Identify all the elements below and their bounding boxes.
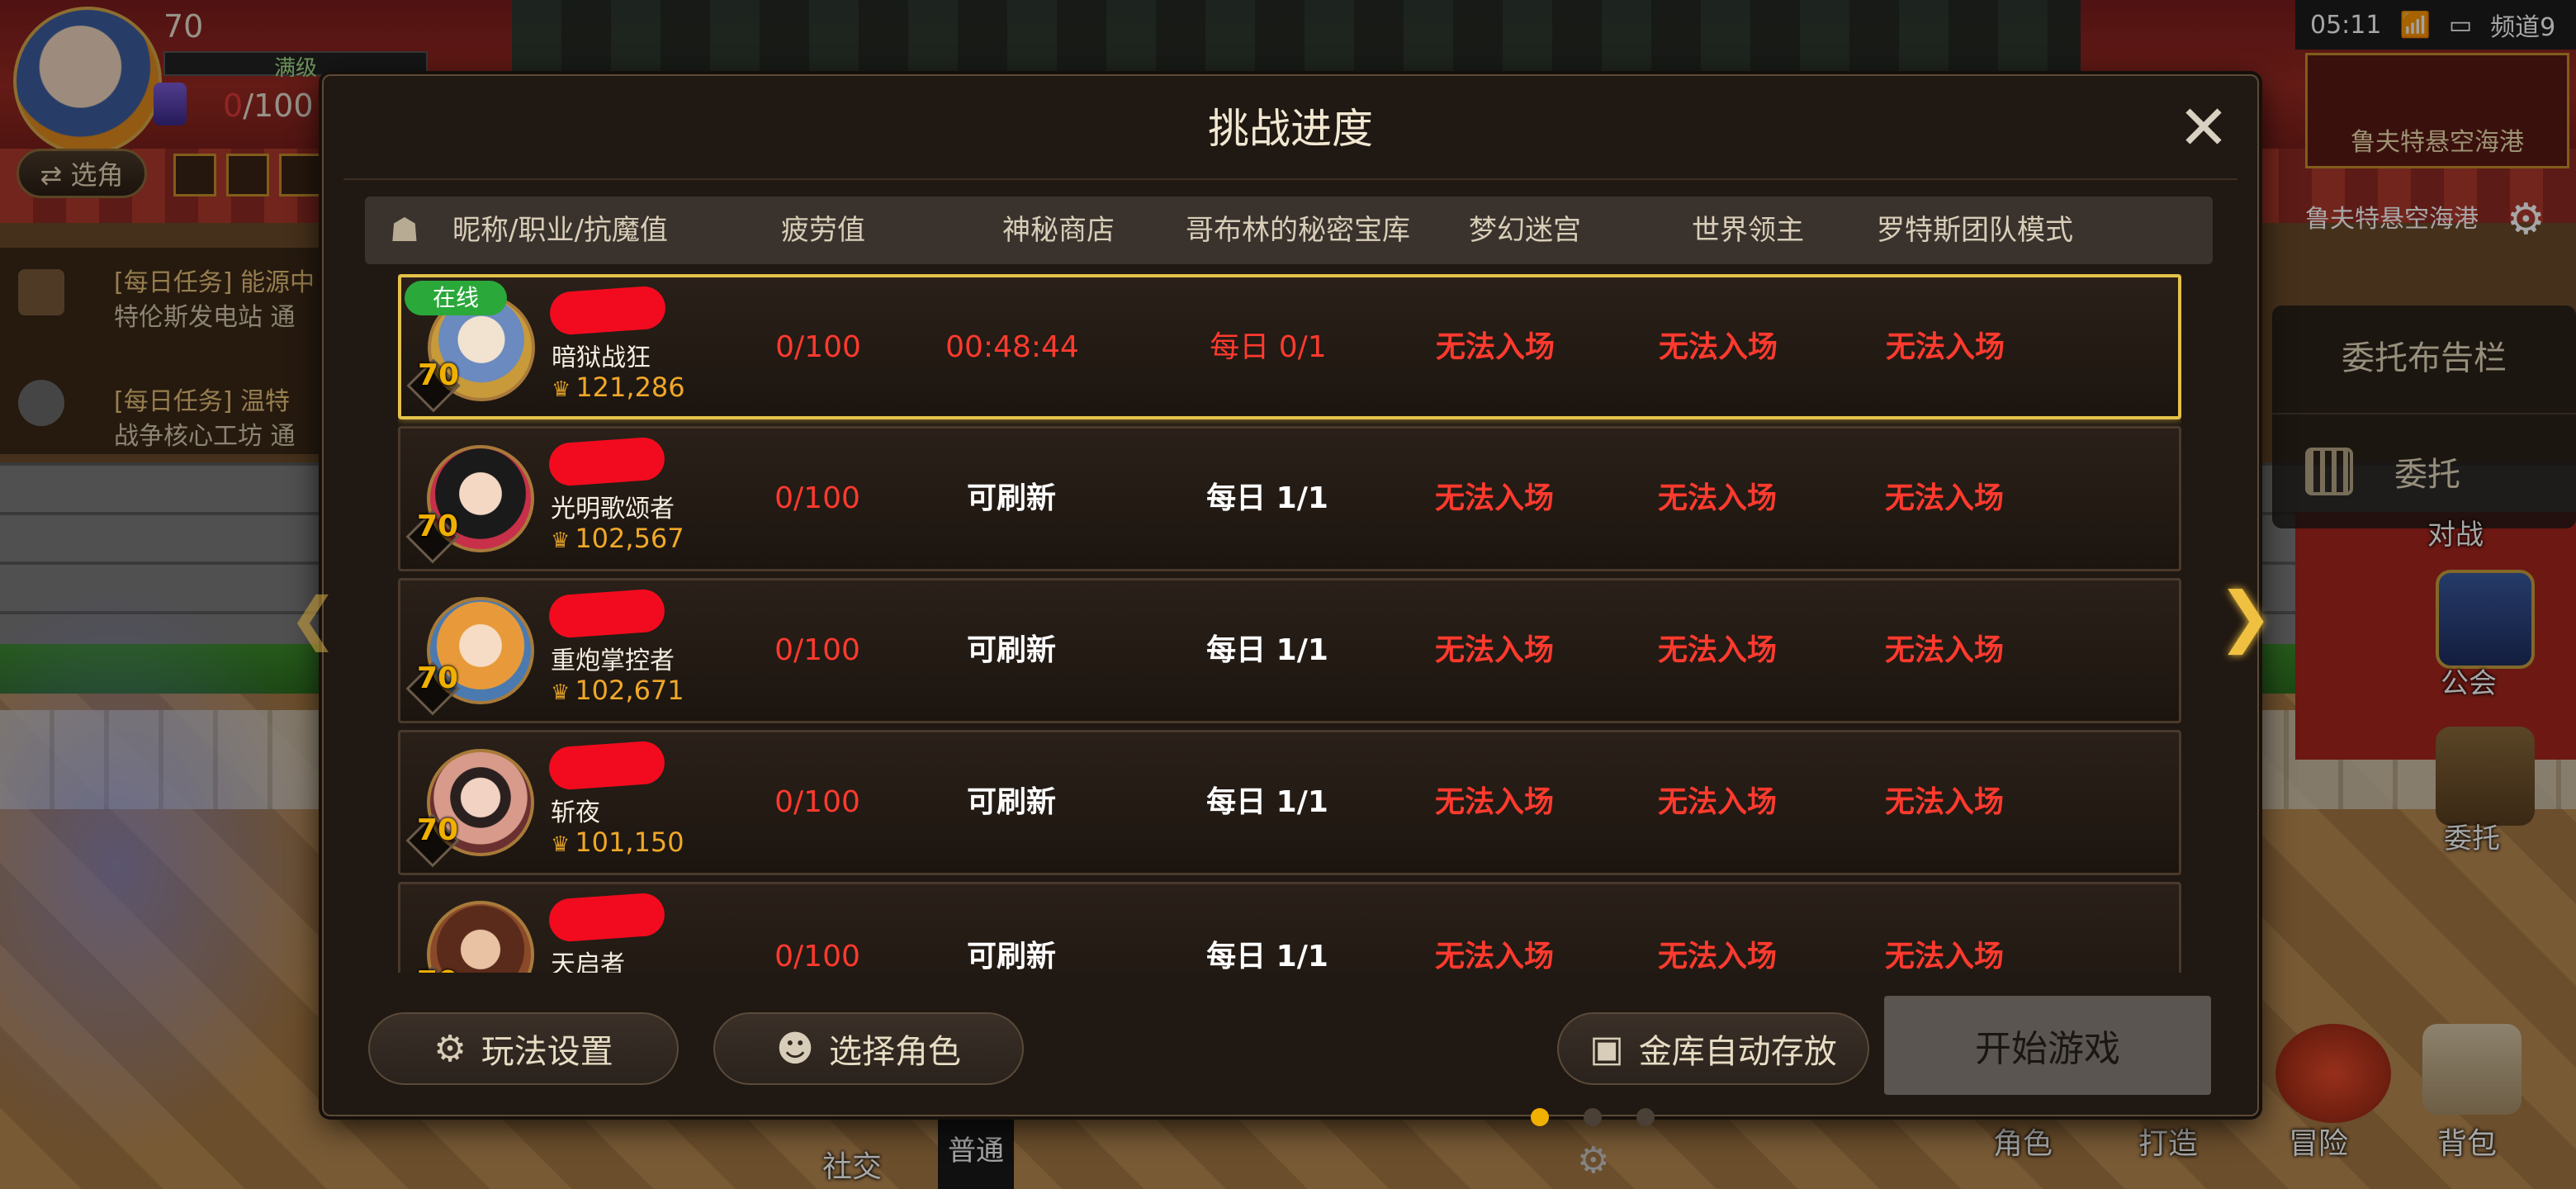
column-header: 罗特斯团队模式 (1877, 214, 2073, 247)
goblin-vault-cell: 每日 1/1 (1206, 633, 1328, 667)
chevron-left-icon[interactable]: ❮ (289, 585, 338, 652)
title-divider (343, 178, 2237, 180)
character-level: 70 (417, 509, 459, 543)
table-row[interactable]: 70 天启者 0/100 可刷新 每日 1/1 无法入场 无法入场 无法入场 (398, 882, 2181, 973)
online-badge: 在线 (405, 281, 507, 315)
character-power: ♛ 102,567 (551, 523, 684, 554)
column-header: 世界领主 (1692, 214, 1804, 247)
world-lord-cell: 无法入场 (1657, 481, 1777, 515)
raid-cell: 无法入场 (1885, 330, 2005, 364)
redacted-nickname (547, 588, 666, 639)
dream-maze-cell: 无法入场 (1434, 785, 1554, 819)
character-job: 斩夜 (551, 798, 600, 827)
crown-icon: ♛ (551, 832, 571, 857)
power-value: 101,150 (575, 827, 684, 858)
dream-maze-cell: 无法入场 (1434, 481, 1554, 515)
crown-icon: ♛ (551, 528, 571, 553)
goblin-vault-cell: 每日 1/1 (1206, 940, 1328, 973)
character-level: 70 (417, 965, 471, 973)
table-header: ☗ 昵称/职业/抗魔值 疲劳值 神秘商店 哥布林的秘密宝库 梦幻迷宫 世界领主 … (365, 197, 2213, 264)
column-header: 神秘商店 (1002, 214, 1115, 247)
world-lord-cell: 无法入场 (1657, 785, 1777, 819)
power-value: 102,567 (575, 523, 684, 554)
redacted-nickname (547, 436, 666, 487)
vault-auto-deposit-button[interactable]: ▣ 金库自动存放 (1557, 1012, 1869, 1085)
world-lord-cell: 无法入场 (1658, 330, 1778, 364)
select-character-button[interactable]: ☻ 选择角色 (713, 1012, 1024, 1085)
shop-cell: 可刷新 (966, 481, 1056, 515)
redacted-nickname (547, 892, 666, 943)
character-job: 暗狱战狂 (552, 343, 651, 372)
power-value: 102,671 (575, 675, 684, 706)
goblin-vault-cell: 每日 1/1 (1206, 481, 1328, 515)
fatigue-cell: 0/100 (774, 481, 860, 515)
character-level: 70 (418, 358, 460, 392)
shop-cell: 可刷新 (966, 785, 1056, 819)
world-lord-cell: 无法入场 (1657, 940, 1777, 973)
page-dot[interactable] (1636, 1108, 1655, 1126)
dream-maze-cell: 无法入场 (1434, 633, 1554, 667)
vault-icon: ▣ (1589, 1027, 1624, 1070)
character-power: ♛ 121,286 (552, 372, 685, 403)
challenge-progress-dialog: 挑战进度 ✕ ☗ 昵称/职业/抗魔值 疲劳值 神秘商店 哥布林的秘密宝库 梦幻迷… (322, 74, 2259, 1126)
raid-cell: 无法入场 (1884, 940, 2004, 973)
raid-cell: 无法入场 (1884, 785, 2004, 819)
character-icon: ☻ (776, 1027, 814, 1070)
table-row[interactable]: 70 重炮掌控者 ♛ 102,671 0/100 可刷新 每日 1/1 无法入场 … (398, 578, 2181, 723)
gameplay-settings-label: 玩法设置 (481, 1033, 613, 1071)
dialog-title: 挑战进度 (1208, 105, 1373, 153)
fatigue-cell: 0/100 (774, 940, 860, 973)
fatigue-cell: 0/100 (774, 785, 860, 819)
crown-icon: ♛ (551, 680, 571, 705)
world-lord-cell: 无法入场 (1657, 633, 1777, 667)
character-level: 70 (417, 813, 459, 847)
table-row[interactable]: 在线 70 暗狱战狂 ♛ 121,286 0/100 00:48:44 每日 0/… (398, 274, 2181, 419)
page-dot-active[interactable] (1531, 1108, 1549, 1126)
character-power: ♛ 101,150 (551, 827, 684, 858)
character-job: 天启者 (551, 950, 625, 973)
select-character-label: 选择角色 (828, 1033, 961, 1071)
gameplay-settings-button[interactable]: ⚙ 玩法设置 (368, 1012, 679, 1085)
close-icon[interactable]: ✕ (2175, 97, 2233, 159)
fatigue-cell: 0/100 (775, 330, 861, 364)
redacted-nickname (547, 740, 666, 791)
helmet-icon: ☗ (390, 211, 419, 249)
fatigue-cell: 0/100 (774, 633, 860, 667)
redacted-nickname (548, 285, 667, 336)
dream-maze-cell: 无法入场 (1434, 940, 1554, 973)
goblin-vault-cell: 每日 1/1 (1206, 785, 1328, 819)
column-header: 梦幻迷宫 (1469, 214, 1581, 247)
vault-auto-deposit-label: 金库自动存放 (1638, 1033, 1837, 1071)
character-list[interactable]: 在线 70 暗狱战狂 ♛ 121,286 0/100 00:48:44 每日 0/… (398, 274, 2181, 973)
column-header: 哥布林的秘密宝库 (1186, 214, 1410, 247)
shop-cell: 可刷新 (966, 633, 1056, 667)
start-game-button[interactable]: 开始游戏 (1884, 996, 2211, 1095)
shop-cell: 00:48:44 (945, 330, 1079, 364)
chevron-right-icon[interactable]: ❯ (2218, 578, 2273, 655)
raid-cell: 无法入场 (1884, 481, 2004, 515)
character-power: ♛ 102,671 (551, 675, 684, 706)
page-dot[interactable] (1584, 1108, 1602, 1126)
table-row[interactable]: 70 斩夜 ♛ 101,150 0/100 可刷新 每日 1/1 无法入场 无法入… (398, 730, 2181, 875)
column-header: 昵称/职业/抗魔值 (452, 214, 668, 247)
gear-icon: ⚙ (433, 1027, 466, 1070)
goblin-vault-cell: 每日 0/1 (1210, 330, 1327, 364)
column-header: 疲劳值 (781, 214, 865, 247)
power-value: 121,286 (575, 372, 685, 403)
shop-cell: 可刷新 (966, 940, 1056, 973)
raid-cell: 无法入场 (1884, 633, 2004, 667)
character-job: 光明歌颂者 (551, 495, 675, 523)
table-row[interactable]: 70 光明歌颂者 ♛ 102,567 0/100 可刷新 每日 1/1 无法入场 … (398, 426, 2181, 571)
dream-maze-cell: 无法入场 (1435, 330, 1555, 364)
crown-icon: ♛ (552, 377, 571, 402)
character-job: 重炮掌控者 (551, 647, 675, 675)
character-level: 70 (417, 661, 459, 695)
character-portrait (427, 901, 534, 973)
